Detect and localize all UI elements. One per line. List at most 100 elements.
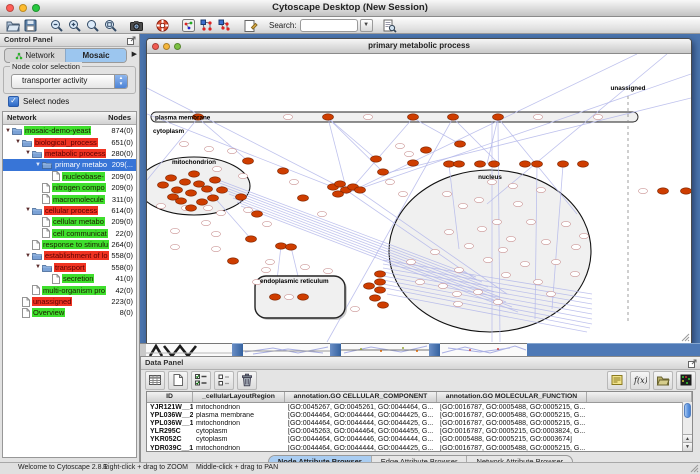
network-window-titlebar[interactable]: primary metabolic process (147, 39, 691, 54)
node[interactable] (421, 147, 432, 153)
tab-network[interactable]: Network (5, 49, 65, 62)
table-scrollbar[interactable]: ▲ ▼ (682, 402, 692, 451)
node[interactable] (189, 171, 200, 177)
column-header[interactable]: _cellularLayoutRegion (193, 392, 285, 402)
node[interactable] (290, 179, 299, 184)
node[interactable] (276, 243, 287, 249)
node[interactable] (172, 187, 183, 193)
node[interactable] (594, 114, 603, 119)
open-session-icon[interactable] (4, 18, 20, 33)
scrollbar-thumb[interactable] (684, 403, 691, 418)
node[interactable] (217, 210, 226, 215)
node[interactable] (244, 207, 253, 212)
node[interactable] (246, 236, 257, 242)
expand-triangle-icon[interactable]: ▼ (15, 139, 22, 145)
node[interactable] (408, 114, 419, 120)
expand-triangle-icon[interactable]: ▼ (25, 207, 32, 213)
node[interactable] (552, 259, 561, 264)
node[interactable] (212, 231, 221, 236)
node[interactable] (375, 271, 386, 277)
resize-grip-icon[interactable] (681, 333, 690, 342)
table-row[interactable]: YKR052Ccytoplasm[GO:0044464, GO:0044446,… (147, 436, 692, 444)
node[interactable] (443, 191, 452, 196)
column-header[interactable]: annotation.GO CELLULAR_COMPONENT (285, 392, 437, 402)
node[interactable] (455, 267, 464, 272)
unselect-attributes-icon[interactable] (214, 371, 234, 390)
node[interactable] (285, 294, 294, 299)
node[interactable] (562, 221, 571, 226)
node[interactable] (408, 160, 419, 166)
tree-row[interactable]: cellular metabo209(0) (3, 216, 136, 227)
node[interactable] (453, 291, 462, 296)
network-canvas[interactable]: plasma membranemitochondrionnucleusendop… (147, 54, 691, 343)
node[interactable] (439, 283, 448, 288)
node[interactable] (370, 295, 381, 301)
tree-row[interactable]: macromolecule311(0) (3, 193, 136, 204)
node[interactable] (572, 244, 581, 249)
node[interactable] (455, 141, 466, 147)
tree-row[interactable]: ▼primary metabo209(... (3, 159, 136, 170)
node[interactable] (507, 236, 516, 241)
node[interactable] (405, 151, 414, 156)
node[interactable] (534, 279, 543, 284)
node[interactable] (197, 199, 208, 205)
node[interactable] (228, 148, 237, 153)
layout-network-icon[interactable] (198, 18, 214, 33)
node[interactable] (208, 195, 219, 201)
column-header[interactable]: ID (147, 392, 193, 402)
node[interactable] (210, 177, 221, 183)
node[interactable] (364, 283, 375, 289)
node[interactable] (509, 183, 518, 188)
search-index-icon[interactable] (382, 18, 398, 33)
node[interactable] (202, 186, 213, 192)
node[interactable] (324, 268, 333, 273)
attribute-table-icon[interactable] (145, 371, 165, 390)
select-nodes-checkbox[interactable]: ✓ (8, 96, 19, 107)
expand-triangle-icon[interactable]: ▼ (5, 128, 12, 134)
node[interactable] (444, 161, 455, 167)
node[interactable] (239, 173, 248, 178)
tree-row[interactable]: ▼biological_process651(0) (3, 136, 136, 147)
node[interactable] (493, 219, 502, 224)
node[interactable] (171, 228, 180, 233)
node[interactable] (534, 114, 543, 119)
minimized-window-thumbnail[interactable] (341, 343, 429, 356)
tree-row[interactable]: ▼metabolic process280(0) (3, 148, 136, 159)
table-row[interactable]: YJR121W__1mitochondrion[GO:0045267, GO:0… (147, 403, 692, 411)
window-edge[interactable] (232, 343, 243, 356)
node[interactable] (514, 201, 523, 206)
node[interactable] (371, 156, 382, 162)
node[interactable] (236, 194, 247, 200)
node[interactable] (502, 272, 511, 277)
node[interactable] (212, 246, 221, 251)
expand-triangle-icon[interactable]: ▼ (25, 150, 32, 156)
node[interactable] (323, 114, 334, 120)
tree-row[interactable]: nucleobase-209(0) (3, 171, 136, 182)
node[interactable] (459, 203, 468, 208)
zoom-selected-icon[interactable] (84, 18, 100, 33)
node[interactable] (263, 221, 272, 226)
annotation-icon[interactable] (242, 18, 258, 33)
node[interactable] (298, 294, 309, 300)
delete-attribute-icon[interactable] (237, 371, 257, 390)
node[interactable] (445, 229, 454, 234)
function-builder-icon[interactable]: f(x) (630, 371, 650, 390)
region-plasma-membrane[interactable] (151, 112, 638, 122)
node[interactable] (407, 259, 416, 264)
node[interactable] (318, 211, 327, 216)
float-panel-icon[interactable] (127, 36, 136, 45)
node[interactable] (489, 161, 500, 167)
select-attributes-icon[interactable] (191, 371, 211, 390)
table-row[interactable]: YLR295Ccytoplasm[GO:0045263, GO:0044464,… (147, 428, 692, 436)
tree-row[interactable]: ▼mosaic-demo-yeast874(0) (3, 125, 136, 136)
node[interactable] (399, 191, 408, 196)
node[interactable] (454, 301, 463, 306)
network-window[interactable]: primary metabolic process plasma membran… (146, 38, 692, 344)
search-dropdown-icon[interactable]: ▼ (360, 19, 373, 32)
node[interactable] (168, 194, 179, 200)
node[interactable] (180, 179, 191, 185)
node[interactable] (186, 190, 197, 196)
tab-overflow-icon[interactable]: ▶ (132, 50, 137, 58)
tree-row[interactable]: cell communicat22(0) (3, 228, 136, 239)
table-row[interactable]: YPL036W__1mitochondrion[GO:0044464, GO:0… (147, 419, 692, 427)
